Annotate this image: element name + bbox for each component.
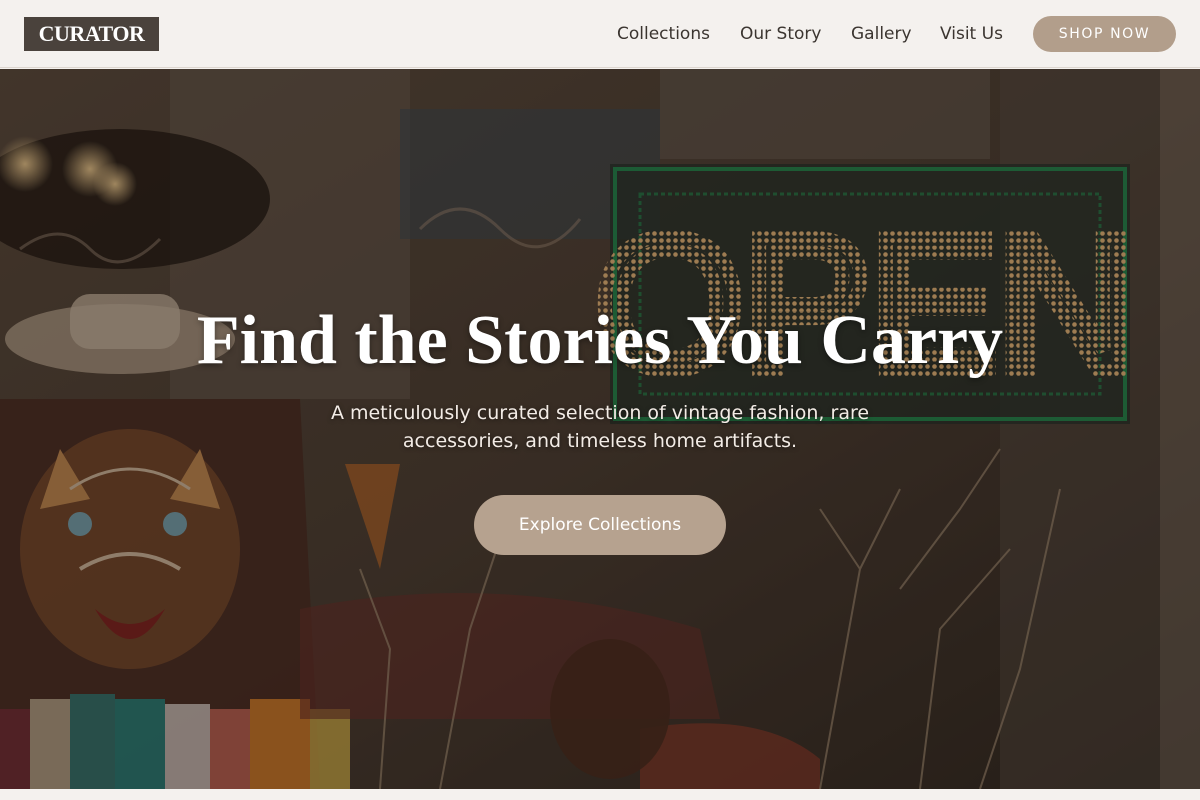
top-navigation: CURATOR Collections Our Story Gallery Vi…: [0, 0, 1200, 68]
shop-now-button[interactable]: SHOP NOW: [1033, 16, 1176, 52]
hero-subtitle: A meticulously curated selection of vint…: [330, 402, 870, 452]
hero-section: OPEN Find the Stories You Carry A meticu…: [0, 69, 1200, 789]
hero-title: Find the Stories You Carry: [196, 302, 1004, 379]
page-bottom-strip: [0, 789, 1200, 800]
nav-link-visit-us[interactable]: Visit Us: [940, 22, 1003, 46]
nav-link-our-story[interactable]: Our Story: [740, 22, 821, 46]
nav-link-collections[interactable]: Collections: [617, 22, 710, 46]
explore-collections-button[interactable]: Explore Collections: [474, 495, 726, 555]
brand-logo[interactable]: CURATOR: [24, 17, 159, 51]
nav-link-gallery[interactable]: Gallery: [851, 22, 912, 46]
